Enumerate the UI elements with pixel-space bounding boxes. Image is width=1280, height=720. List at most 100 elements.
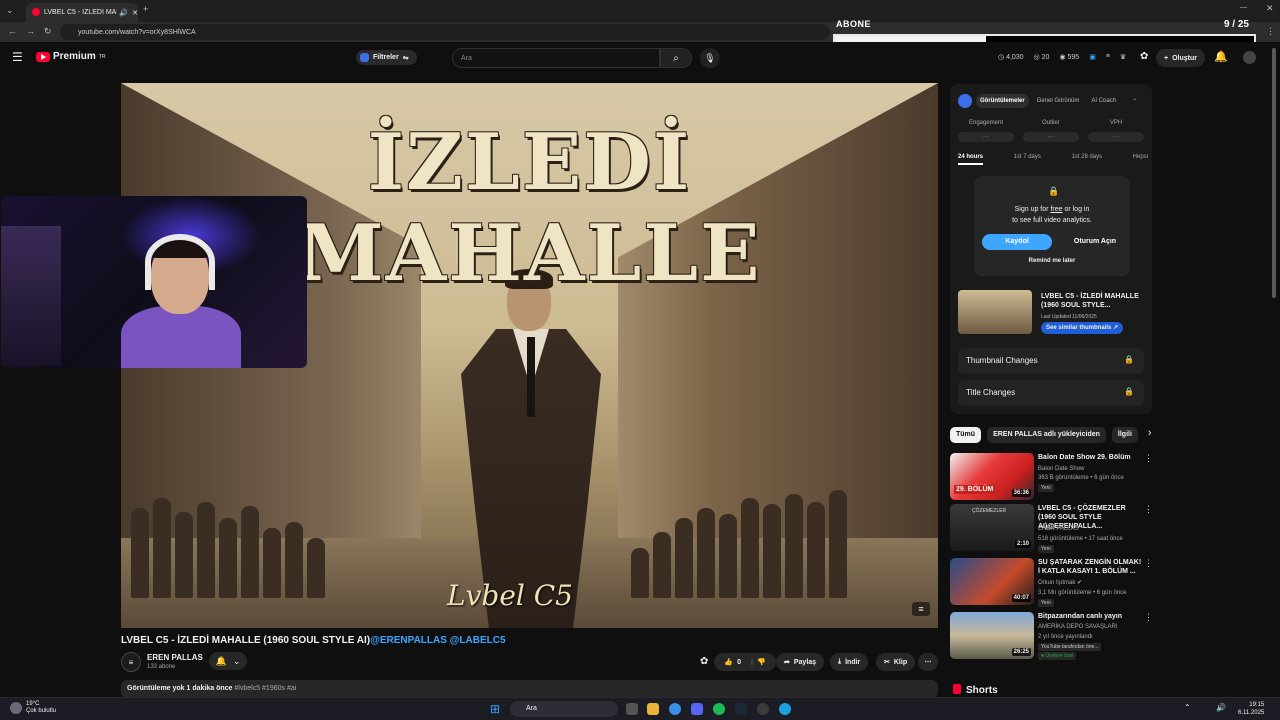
reload-icon[interactable]: ↻: [44, 26, 52, 37]
chip-all[interactable]: Tümü: [950, 427, 982, 443]
effects-icon[interactable]: ✿: [700, 656, 708, 667]
windows-start-icon[interactable]: ⊞: [490, 702, 500, 716]
desc-tags[interactable]: #lvbelc5 #1960s #ai: [234, 685, 296, 692]
video-channel[interactable]: Balon Date Show: [1038, 465, 1144, 473]
new-tab-icon[interactable]: +: [143, 4, 148, 14]
download-label: İndir: [845, 658, 861, 666]
hamburger-menu-icon[interactable]: ☰: [12, 50, 23, 64]
tab-close-icon[interactable]: ✕: [132, 9, 138, 17]
more-options-icon[interactable]: ⋮: [1144, 612, 1153, 623]
notifications-bell-icon[interactable]: 🔔: [1214, 50, 1228, 63]
channel-name[interactable]: EREN PALLAS: [147, 653, 203, 662]
thumbnail-changes-row[interactable]: Thumbnail Changes 🔒: [958, 348, 1144, 374]
filters-button[interactable]: Filtreler ⇋: [356, 50, 417, 65]
video-effects-icon[interactable]: ✿: [1140, 51, 1148, 62]
account-avatar[interactable]: [1243, 51, 1256, 64]
title-changes-row[interactable]: Title Changes 🔒: [958, 380, 1144, 406]
video-thumbnail[interactable]: 26:25: [950, 612, 1034, 659]
task-view-icon[interactable]: [626, 703, 638, 715]
back-icon[interactable]: ←: [8, 26, 17, 36]
thumbnail-preview[interactable]: [958, 290, 1032, 334]
window-close-icon[interactable]: ✕: [1266, 3, 1274, 14]
video-channel[interactable]: EREN PALLAS: [1038, 525, 1144, 533]
extension-badge-icon[interactable]: ▣: [1089, 53, 1096, 61]
chip-uploader[interactable]: EREN PALLAS adlı yükleyiciden: [987, 427, 1106, 443]
minimize-icon[interactable]: —: [1240, 4, 1247, 11]
clip-button[interactable]: ✂ Klip: [876, 653, 916, 671]
page-scrollbar[interactable]: [1272, 44, 1278, 694]
remind-later-link[interactable]: Remind me later: [974, 258, 1130, 264]
youtube-logo[interactable]: Premium TR: [36, 51, 105, 62]
network-volume-icon[interactable]: 🔊: [1216, 703, 1226, 712]
list-icon[interactable]: ≡: [1106, 53, 1110, 61]
list-item[interactable]: ÇÖZEMEZLER 2:10 LVBEL C5 - ÇÖZEMEZLER (1…: [950, 504, 1153, 554]
list-item[interactable]: 29. BÖLÜM 36:36 Balon Date Show 29. Bölü…: [950, 453, 1153, 503]
download-button[interactable]: ⤓ İndir: [830, 653, 869, 671]
discord-icon[interactable]: [691, 703, 703, 715]
weather-icon[interactable]: [10, 702, 22, 714]
chrome-icon[interactable]: [669, 703, 681, 715]
search-button[interactable]: ⌕: [660, 48, 692, 68]
browser-menu-icon[interactable]: ⋮: [1266, 26, 1275, 37]
url-field[interactable]: youtube.com/watch?v=orXy8SHlWCA: [60, 24, 830, 40]
video-thumbnail[interactable]: ÇÖZEMEZLER 2:10: [950, 504, 1034, 551]
file-explorer-icon[interactable]: [647, 703, 659, 715]
video-channel[interactable]: AMERİKA DEPO SAVAŞLARI: [1038, 623, 1144, 631]
list-item[interactable]: 26:25 Bitpazarından canlı yayın AMERİKA …: [950, 612, 1153, 662]
more-options-icon[interactable]: ⋮: [1144, 558, 1153, 569]
tab-views[interactable]: Görüntülemeler: [976, 94, 1029, 108]
tab-audio-icon: 🔊: [119, 9, 129, 17]
tray-overflow-icon[interactable]: ⌃: [1184, 703, 1191, 712]
browser-tab-active[interactable]: LVBEL C5 - İZLEDİ MAHALLE 🔊 ✕: [26, 3, 138, 22]
edge-icon[interactable]: [779, 703, 791, 715]
list-item[interactable]: 40:07 SU ŞATARAK ZENGİN OLMAK! İ KATLA K…: [950, 558, 1153, 608]
obs-icon[interactable]: [757, 703, 769, 715]
video-title[interactable]: Balon Date Show 29. Bölüm: [1038, 453, 1142, 462]
range-7d[interactable]: 1st 7 days: [1014, 154, 1041, 165]
thumbnail-card: LVBEL C5 - İZLEDİ MAHALLE (1960 SOUL STY…: [958, 290, 1144, 338]
scrollbar-thumb[interactable]: [1272, 48, 1276, 298]
share-button[interactable]: ➦ Paylaş: [776, 653, 825, 671]
collapse-icon[interactable]: ⌃: [1132, 98, 1137, 105]
video-meta: 518 görüntüleme • 17 saat önce: [1038, 536, 1123, 542]
create-button[interactable]: + Oluştur: [1156, 49, 1205, 67]
subscription-bell-button[interactable]: 🔔 ⌄: [209, 652, 247, 670]
channel-avatar[interactable]: ≡: [121, 652, 141, 672]
spotify-icon[interactable]: [713, 703, 725, 715]
taskbar-clock[interactable]: 19:15 6.11.2025: [1238, 701, 1264, 717]
video-title[interactable]: Bitpazarından canlı yayın: [1038, 612, 1142, 621]
trophy-icon[interactable]: ♛: [1120, 53, 1126, 61]
tab-overview[interactable]: Genel Görünüm: [1033, 94, 1084, 108]
more-options-icon[interactable]: ⋮: [1144, 453, 1153, 464]
login-button[interactable]: Oturum Açın: [1060, 234, 1130, 250]
weather-widget[interactable]: 19°C Çok bulutlu: [26, 701, 56, 715]
chevron-right-icon[interactable]: ›: [1148, 427, 1152, 443]
video-main-figure: [451, 269, 611, 628]
tab-ai-coach[interactable]: AI Coach: [1087, 94, 1120, 108]
steam-icon[interactable]: [735, 703, 747, 715]
description-box[interactable]: Görüntüleme yok 1 dakika önce #lvbelc5 #…: [121, 680, 938, 698]
queue-icon[interactable]: ≡: [912, 602, 930, 616]
thumbs-up-icon: 👍: [724, 659, 734, 666]
extension-icon: [360, 53, 369, 62]
forward-icon[interactable]: →: [26, 26, 35, 36]
more-actions-button[interactable]: ⋯: [918, 653, 938, 671]
video-thumbnail[interactable]: 40:07: [950, 558, 1034, 605]
video-title[interactable]: SU ŞATARAK ZENGİN OLMAK! İ KATLA KASAYI …: [1038, 558, 1142, 576]
chip-related[interactable]: İlgili: [1111, 427, 1138, 443]
thumbnail-updated: Last Updated 11/06/2025: [1041, 314, 1097, 320]
video-title-tags[interactable]: @ERENPALLAS @LABELC5: [370, 635, 505, 646]
taskbar-search[interactable]: Ara: [510, 701, 618, 717]
signup-button[interactable]: Kaydol: [982, 234, 1052, 250]
range-all[interactable]: Hepsi: [1133, 154, 1148, 165]
voice-search-button[interactable]: 🎙: [700, 48, 720, 68]
range-24h[interactable]: 24 hours: [958, 154, 984, 165]
like-dislike-button[interactable]: 👍 0 | 👎: [714, 653, 776, 671]
search-input[interactable]: Ara: [452, 48, 660, 68]
video-thumbnail[interactable]: 29. BÖLÜM 36:36: [950, 453, 1034, 500]
tab-list-icon[interactable]: ⌄: [6, 5, 14, 16]
similar-thumbnails-button[interactable]: See similar thumbnails ↗: [1041, 322, 1124, 334]
range-28d[interactable]: 1st 28 days: [1071, 154, 1102, 165]
more-options-icon[interactable]: ⋮: [1144, 504, 1153, 515]
video-channel[interactable]: Orkun Işıtmak ✔: [1038, 579, 1144, 587]
